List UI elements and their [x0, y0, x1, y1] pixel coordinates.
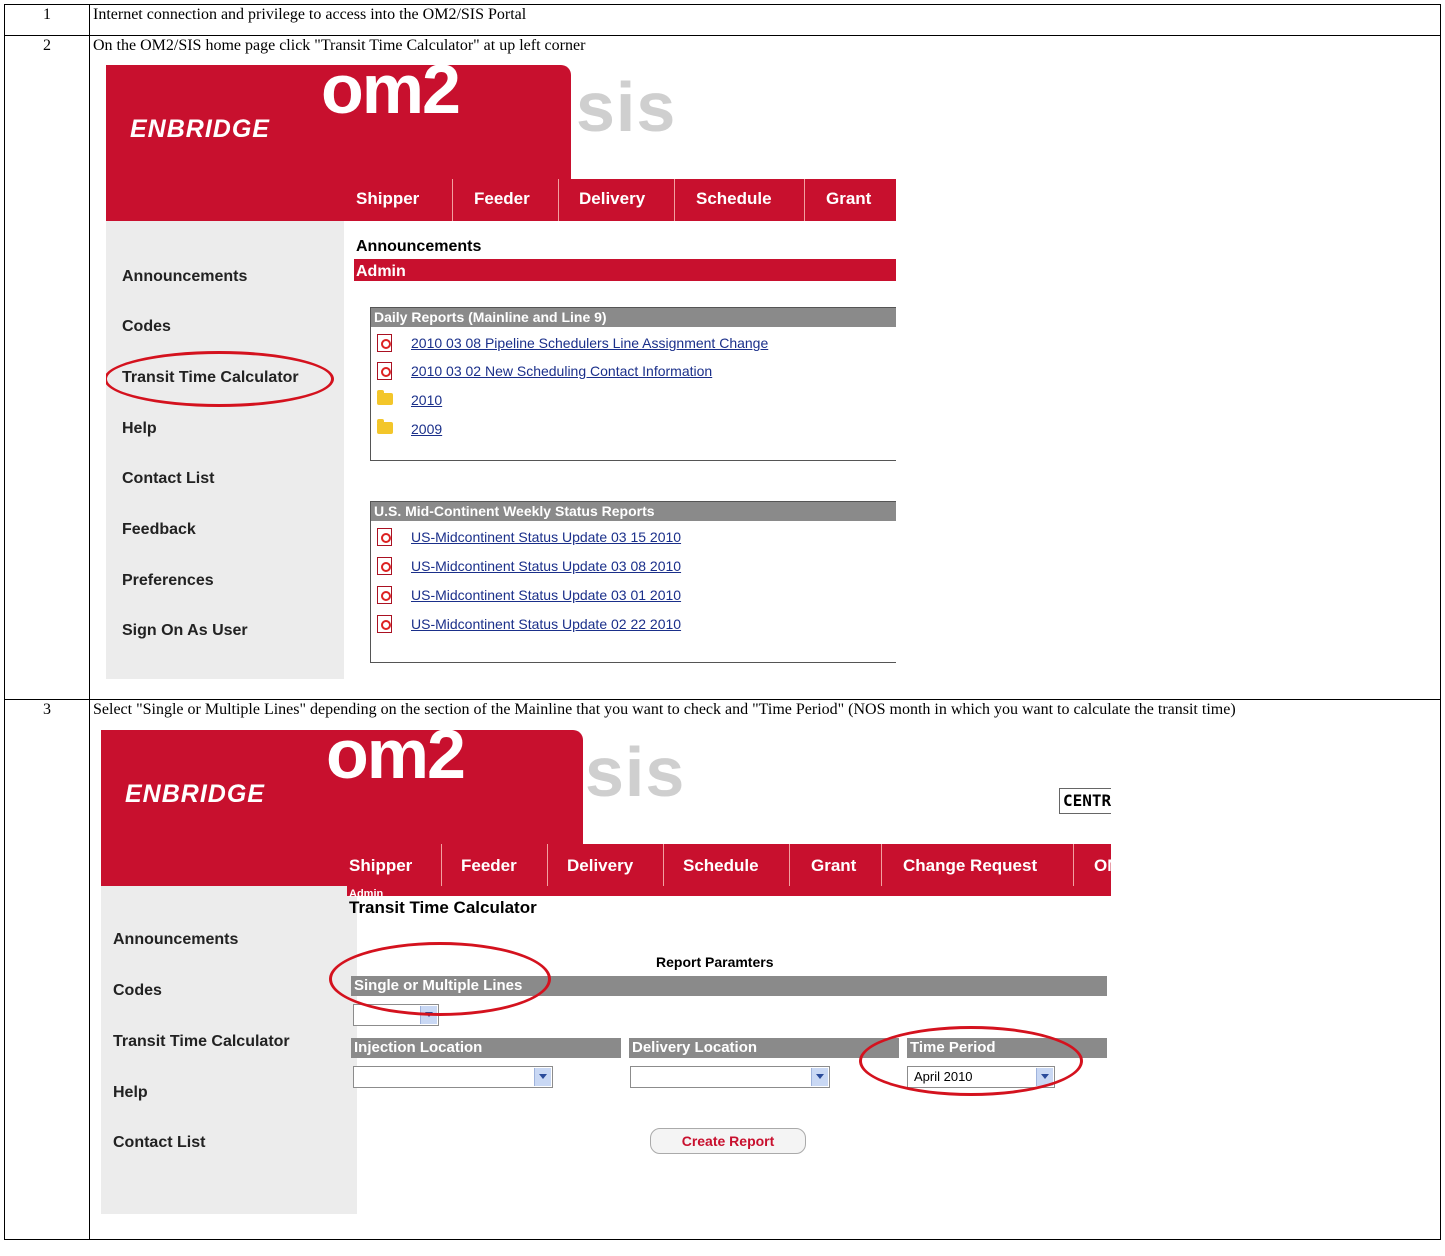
step-text: On the OM2/SIS home page click "Transit …: [93, 37, 586, 54]
enbridge-logo: ENBRIDGE: [130, 115, 270, 143]
admin-label[interactable]: Admin: [356, 262, 406, 282]
admin-bar: [347, 886, 1111, 896]
time-period-label: Time Period: [907, 1038, 1107, 1058]
nav-divider: [804, 179, 805, 221]
single-multiple-lines-label: Single or Multiple Lines: [351, 976, 1107, 996]
sidebar-item-help[interactable]: Help: [113, 1083, 148, 1103]
nav-schedule[interactable]: Schedule: [683, 856, 759, 876]
enbridge-logo: ENBRIDGE: [125, 780, 265, 808]
pdf-icon: [377, 362, 392, 380]
step-text: Internet connection and privilege to acc…: [93, 6, 527, 23]
create-report-button[interactable]: Create Report: [650, 1128, 806, 1154]
time-period-select[interactable]: April 2010: [907, 1066, 1055, 1088]
nav-change-request[interactable]: Change Request: [903, 856, 1037, 876]
brand-om2: om2: [326, 724, 466, 793]
nav-delivery[interactable]: Delivery: [567, 856, 633, 876]
nav-shipper[interactable]: Shipper: [356, 189, 419, 209]
nav-divider: [674, 179, 675, 221]
step-description: On the OM2/SIS home page click "Transit …: [89, 35, 1441, 700]
delivery-location-select[interactable]: [630, 1066, 830, 1088]
admin-bar: [354, 259, 896, 281]
page-title: Transit Time Calculator: [349, 898, 537, 917]
sidebar-item-feedback[interactable]: Feedback: [122, 520, 196, 540]
chevron-down-icon: [811, 1068, 828, 1086]
nav-divider: [452, 179, 453, 221]
step-number: 3: [4, 699, 90, 1240]
nav-shipper[interactable]: Shipper: [349, 856, 412, 876]
pdf-icon: [377, 528, 392, 546]
pdf-icon: [377, 615, 392, 633]
chevron-down-icon: [534, 1068, 551, 1086]
sidebar-item-help[interactable]: Help: [122, 419, 157, 439]
step-description: Select "Single or Multiple Lines" depend…: [89, 699, 1441, 1240]
chevron-down-icon: [420, 1006, 437, 1024]
nav-divider: [558, 179, 559, 221]
weekly-status-panel: U.S. Mid-Continent Weekly Status Reports…: [370, 501, 896, 663]
pdf-icon: [377, 586, 392, 604]
screenshot-home-page: ENBRIDGE om2 sis Shipper Feeder Delivery…: [106, 59, 896, 679]
step-number: 1: [4, 4, 90, 36]
report-parameters-heading: Report Paramters: [656, 954, 774, 970]
single-multiple-lines-select[interactable]: [353, 1004, 439, 1026]
nav-divider: [663, 844, 664, 886]
brand-om2: om2: [321, 59, 461, 128]
announcements-heading: Announcements: [356, 238, 482, 255]
sidebar-item-codes[interactable]: Codes: [113, 981, 162, 1001]
panel-title: Daily Reports (Mainline and Line 9): [371, 308, 896, 327]
sidebar-item-preferences[interactable]: Preferences: [122, 571, 214, 591]
report-link[interactable]: US-Midcontinent Status Update 03 01 2010: [411, 585, 681, 605]
delivery-location-label: Delivery Location: [629, 1038, 899, 1058]
nav-om[interactable]: OM: [1094, 856, 1111, 876]
sidebar-item-codes[interactable]: Codes: [122, 317, 171, 337]
nav-feeder[interactable]: Feeder: [474, 189, 530, 209]
sidebar-item-announcements[interactable]: Announcements: [122, 267, 247, 287]
step-text: Select "Single or Multiple Lines" depend…: [93, 701, 1236, 718]
panel-title: U.S. Mid-Continent Weekly Status Reports: [371, 502, 896, 521]
centr-badge[interactable]: CENTR: [1059, 788, 1111, 814]
report-link[interactable]: US-Midcontinent Status Update 02 22 2010: [411, 614, 681, 634]
nav-divider: [441, 844, 442, 886]
pdf-icon: [377, 557, 392, 575]
injection-location-select[interactable]: [353, 1066, 553, 1088]
nav-delivery[interactable]: Delivery: [579, 189, 645, 209]
nav-feeder[interactable]: Feeder: [461, 856, 517, 876]
nav-divider: [789, 844, 790, 886]
sidebar-item-contact-list[interactable]: Contact List: [122, 469, 214, 489]
nav-divider: [547, 844, 548, 886]
sidebar-item-sign-on-as-user[interactable]: Sign On As User: [122, 621, 248, 641]
pdf-icon: [377, 334, 392, 352]
report-link[interactable]: 2010 03 02 New Scheduling Contact Inform…: [411, 361, 712, 381]
nav-grant[interactable]: Grant: [811, 856, 856, 876]
folder-link[interactable]: 2009: [411, 419, 442, 439]
injection-location-label: Injection Location: [351, 1038, 621, 1058]
step-description: Internet connection and privilege to acc…: [89, 4, 1441, 36]
brand-sis: sis: [585, 733, 686, 811]
screenshot-transit-calculator: ENBRIDGE om2 sis CENTR Shipper Feeder De…: [101, 724, 1111, 1214]
nav-divider: [881, 844, 882, 886]
nav-schedule[interactable]: Schedule: [696, 189, 772, 209]
folder-icon: [377, 419, 393, 434]
sidebar-item-contact-list[interactable]: Contact List: [113, 1133, 205, 1153]
sidebar-item-transit-time-calculator[interactable]: Transit Time Calculator: [113, 1032, 290, 1052]
folder-link[interactable]: 2010: [411, 390, 442, 410]
chevron-down-icon: [1036, 1068, 1053, 1086]
folder-icon: [377, 390, 393, 405]
step-number: 2: [4, 35, 90, 700]
nav-divider: [1073, 844, 1074, 886]
daily-reports-panel: Daily Reports (Mainline and Line 9) 2010…: [370, 307, 896, 461]
sidebar-item-announcements[interactable]: Announcements: [113, 930, 238, 950]
report-link[interactable]: 2010 03 08 Pipeline Schedulers Line Assi…: [411, 333, 768, 353]
nav-grant[interactable]: Grant: [826, 189, 871, 209]
time-period-value: April 2010: [914, 1069, 973, 1084]
report-link[interactable]: US-Midcontinent Status Update 03 15 2010: [411, 527, 681, 547]
report-link[interactable]: US-Midcontinent Status Update 03 08 2010: [411, 556, 681, 576]
sidebar-item-transit-time-calculator[interactable]: Transit Time Calculator: [122, 368, 299, 388]
sidebar: [106, 221, 344, 679]
brand-sis: sis: [576, 68, 677, 146]
